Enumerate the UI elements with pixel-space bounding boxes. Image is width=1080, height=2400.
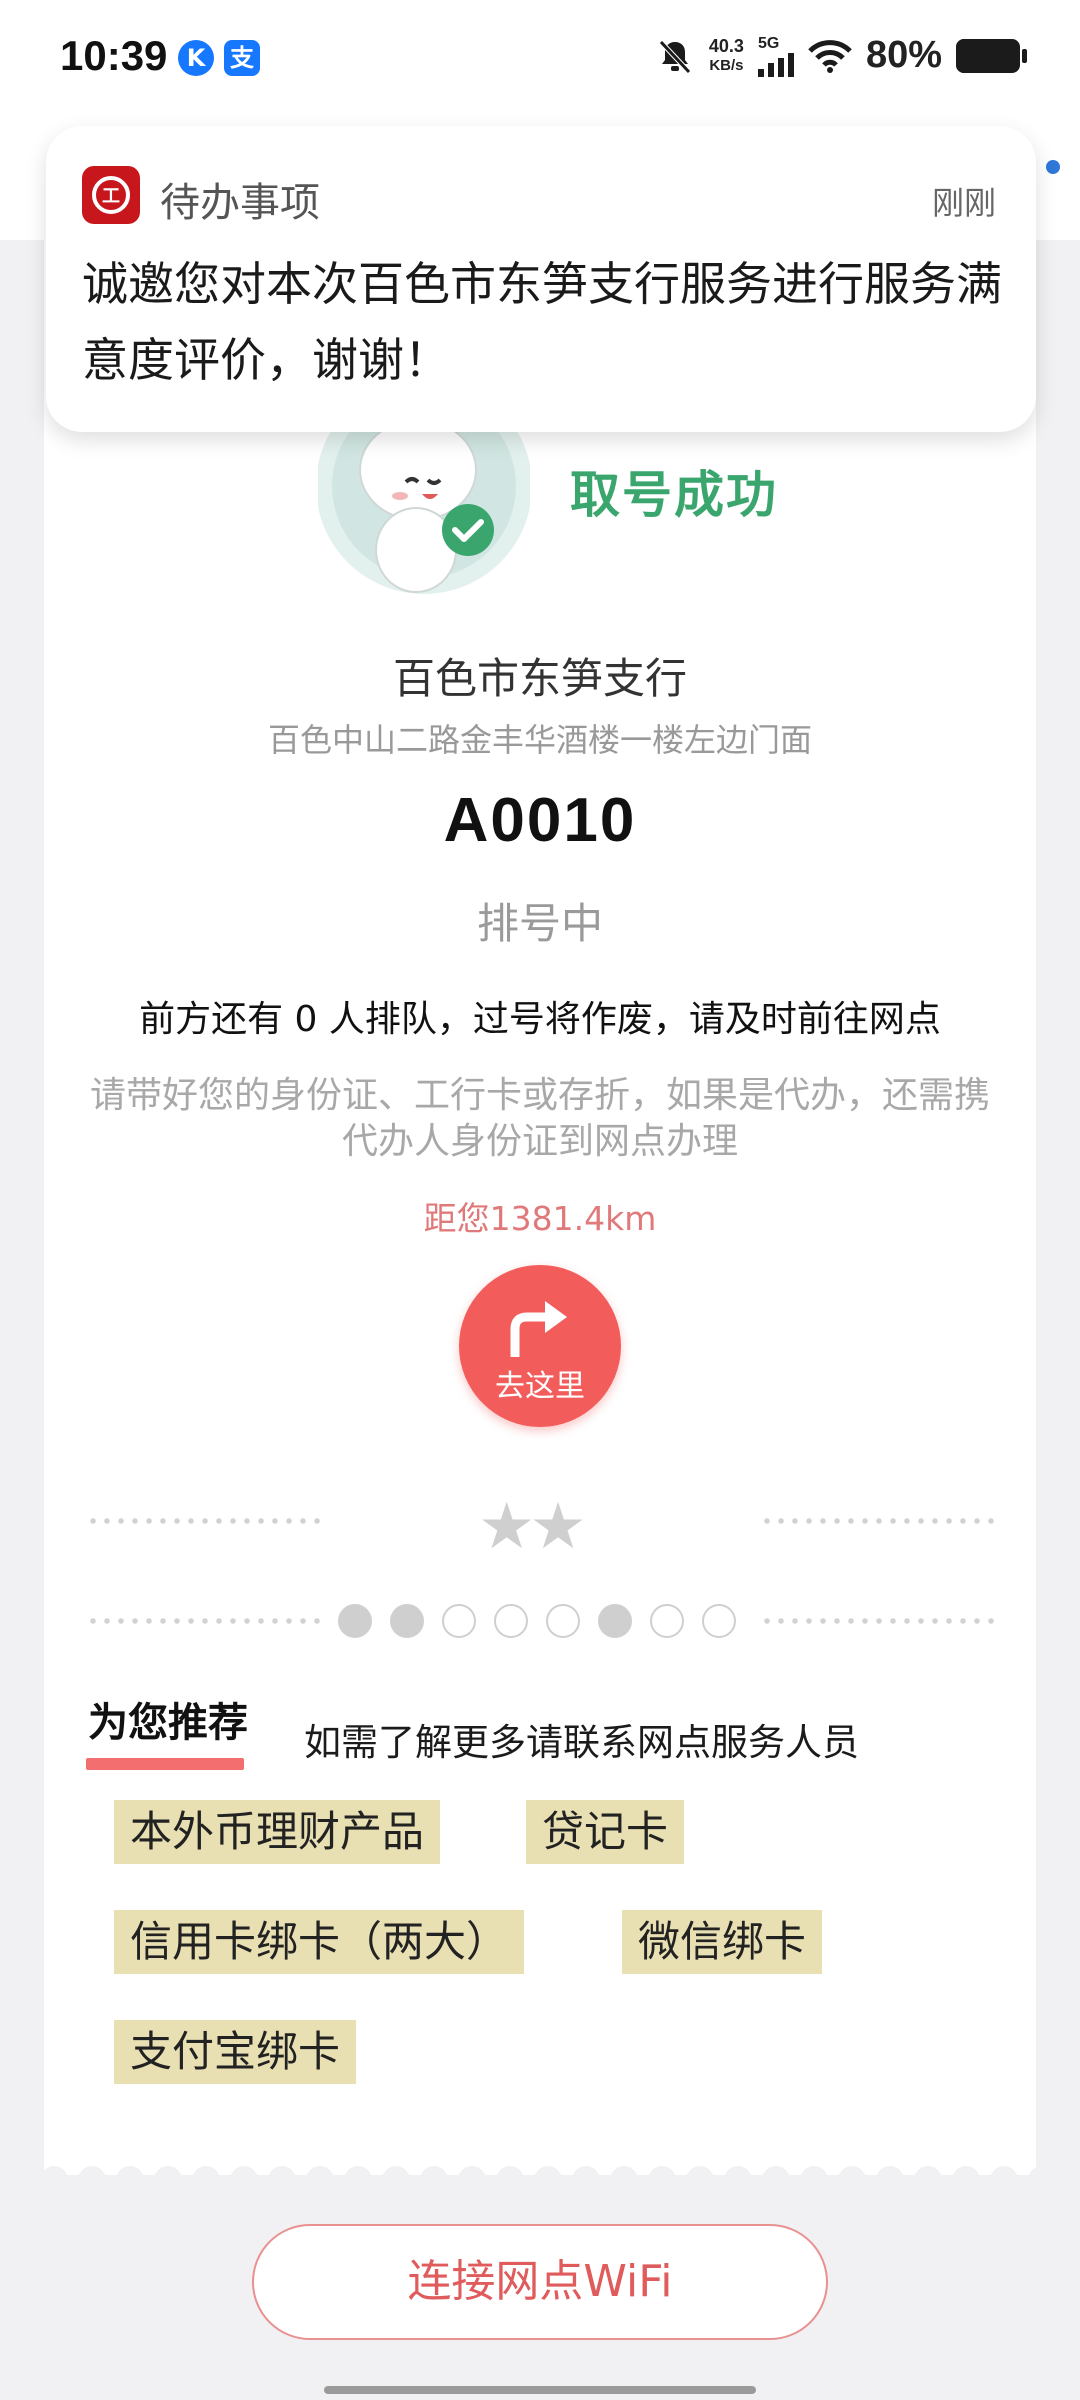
network-type: 5G (757, 34, 780, 52)
pager-dot (546, 1604, 580, 1638)
tag-credit-card[interactable]: 贷记卡 (526, 1800, 685, 1864)
pager-dot (650, 1604, 684, 1638)
status-title: 取号成功 (570, 466, 778, 524)
ticket-card (44, 200, 1036, 2175)
notification-body: 诚邀您对本次百色市东笋支行服务进行服务满意度评价，谢谢！ (82, 257, 1002, 387)
signal-icon (757, 52, 794, 77)
mute-bell-icon (659, 39, 691, 74)
icbc-logo-icon: 工 (82, 166, 140, 224)
pager-dot (598, 1604, 632, 1638)
document-reminder: 请带好您的身份证、工行卡或存折，如果是代办，还需携代办人身份证到网点办理 (89, 1075, 990, 1162)
divider-dots-left (86, 1518, 320, 1524)
divider-dots-right (760, 1518, 996, 1524)
status-bar: 10:39 K 支 40.3 KB/s 5G 80% (0, 0, 1080, 120)
pager-dot (390, 1604, 424, 1638)
recommend-title: 为您推荐 (88, 1700, 248, 1746)
signal-group: 5G (757, 34, 794, 77)
queue-info: 前方还有 0 人排队，过号将作废，请及时前往网点 (139, 999, 941, 1040)
tag-wechat-binding[interactable]: 微信绑卡 (622, 1910, 823, 1974)
pager-dot (338, 1604, 372, 1638)
card-scalloped-edge (44, 2158, 1036, 2194)
branch-address: 百色中山二路金丰华酒楼一楼左边门面 (267, 721, 812, 759)
tag-credit-card-binding[interactable]: 信用卡绑卡（两大） (114, 1910, 525, 1974)
wifi-icon (808, 39, 852, 73)
notification-app-name: 待办事项 (160, 180, 320, 226)
recommend-underline (86, 1758, 244, 1770)
notification-banner[interactable]: 工 待办事项 刚刚 诚邀您对本次百色市东笋支行服务进行服务满意度评价，谢谢！ (46, 126, 1036, 432)
pager-dots-left (86, 1618, 320, 1624)
pager-dots-right (760, 1618, 996, 1624)
net-speed-unit: KB/s (709, 56, 744, 74)
pager-dot (702, 1604, 736, 1638)
net-speed: 40.3 KB/s (708, 35, 744, 75)
navigate-button[interactable]: 去这里 (459, 1265, 621, 1427)
status-time: 10:39 (60, 32, 168, 79)
battery-text: 80% (865, 34, 942, 76)
battery-icon (956, 38, 1027, 73)
navigate-label: 去这里 (495, 1369, 585, 1404)
app-k-icon: K (178, 40, 214, 76)
page-indicator (338, 1604, 736, 1638)
pager-dot (442, 1604, 476, 1638)
tag-wealth-products[interactable]: 本外币理财产品 (114, 1800, 441, 1864)
alipay-icon: 支 (224, 40, 260, 76)
ticket-number: A0010 (443, 786, 637, 855)
branch-name: 百色市东笋支行 (392, 654, 687, 703)
pager-dot (494, 1604, 528, 1638)
turn-right-arrow-icon (510, 1301, 567, 1357)
rating-stars[interactable]: ★★ (478, 1490, 587, 1564)
distance-text: 距您1381.4km (423, 1199, 657, 1238)
net-speed-value: 40.3 (708, 35, 744, 56)
header-indicator-dot (1046, 160, 1060, 174)
notification-time: 刚刚 (931, 184, 996, 222)
tag-alipay-binding[interactable]: 支付宝绑卡 (114, 2020, 357, 2084)
queue-status: 排号中 (476, 899, 603, 948)
recommend-note: 如需了解更多请联系网点服务人员 (304, 1721, 859, 1764)
status-indicators: 40.3 KB/s 5G 80% (655, 34, 1027, 77)
home-indicator[interactable] (324, 2386, 756, 2394)
connect-wifi-button[interactable]: 连接网点WiFi (252, 2224, 828, 2340)
